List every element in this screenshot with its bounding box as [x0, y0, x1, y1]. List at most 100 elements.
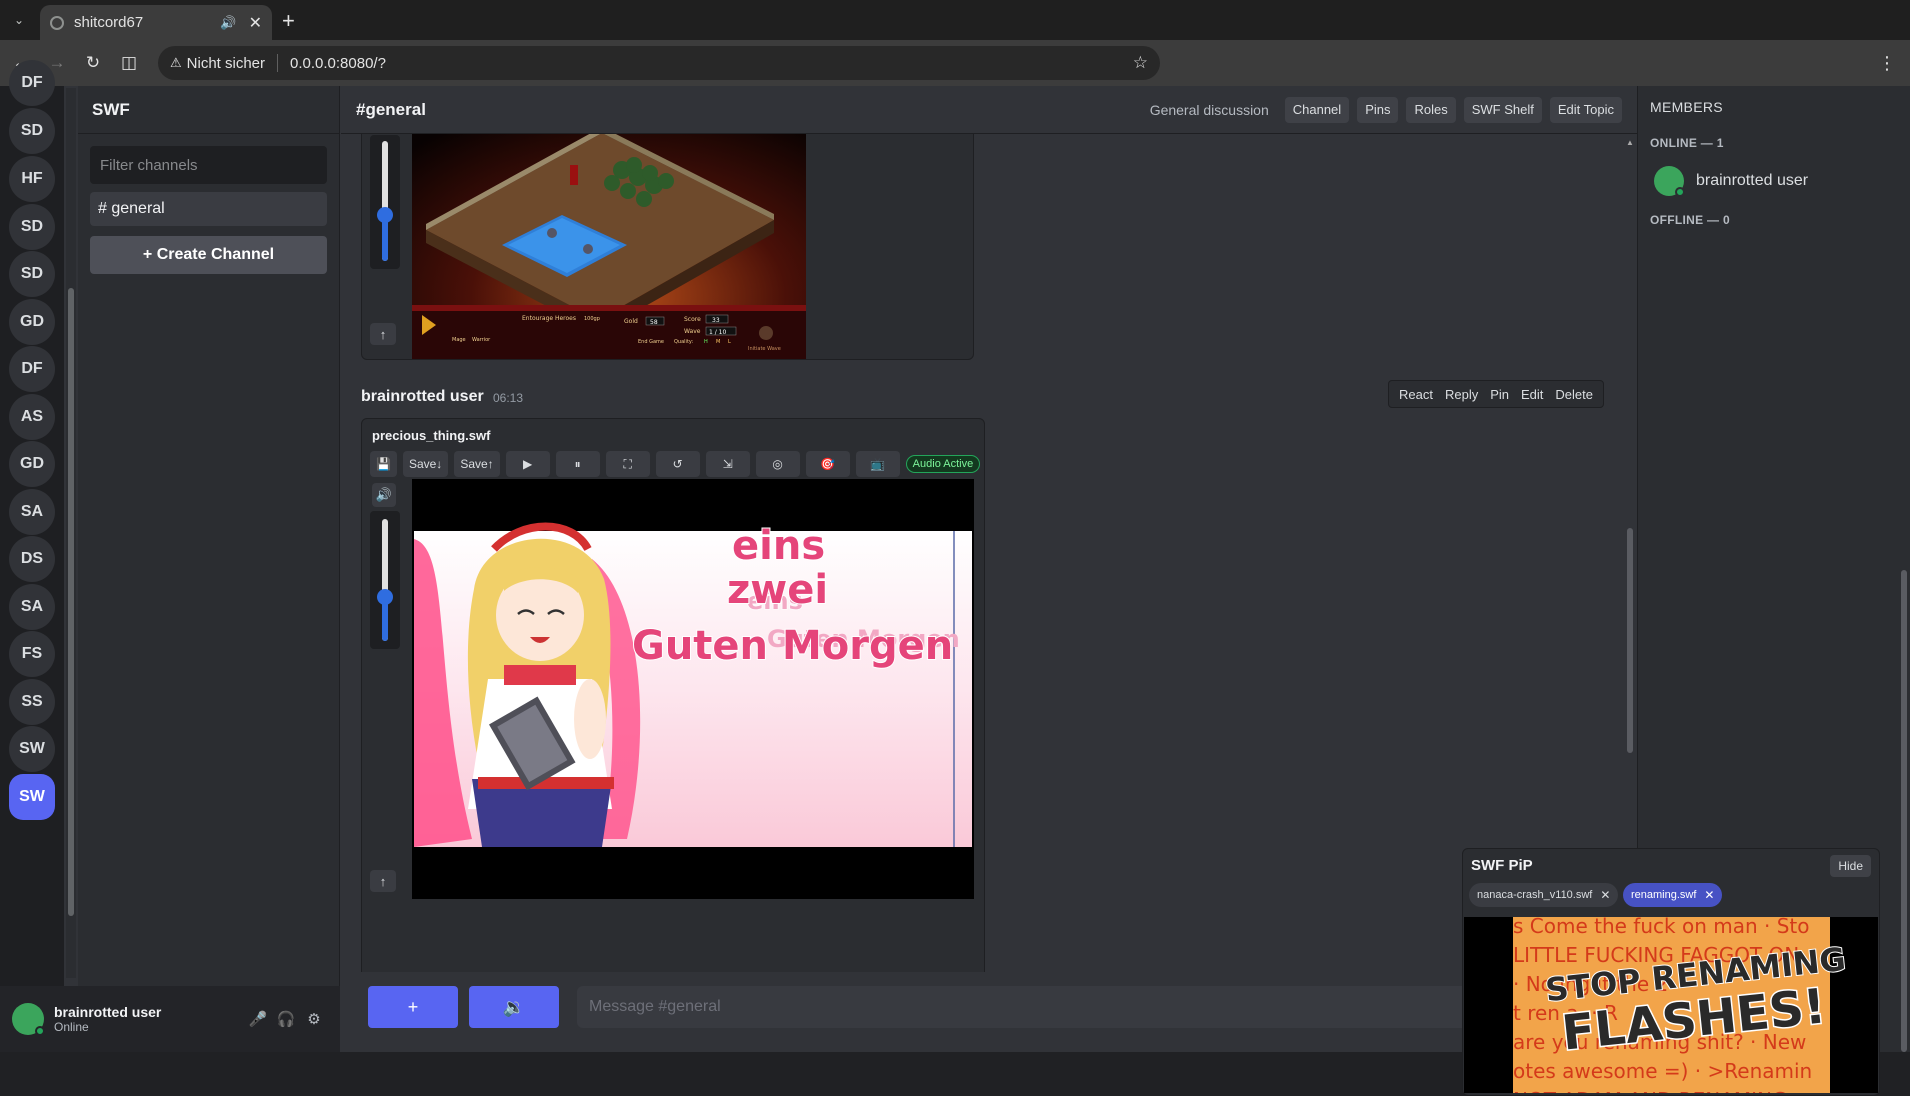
swf-game-canvas[interactable]: Entourage Heroes 100gp Gold 58 Score 33 … — [412, 134, 806, 359]
server-icon-sd[interactable]: SD — [9, 108, 55, 154]
server-icon-sw[interactable]: SW — [9, 774, 55, 820]
channel-title: #general — [356, 99, 426, 119]
server-icon-hf[interactable]: HF — [9, 156, 55, 202]
message-author[interactable]: brainrotted user — [361, 388, 484, 406]
hud-end-game: End Game — [638, 339, 664, 345]
browser-menu-icon[interactable]: ⋮ — [1878, 53, 1896, 74]
edit-topic-button[interactable]: Edit Topic — [1549, 96, 1622, 123]
play-icon[interactable]: ▶ — [505, 451, 550, 477]
edit-button[interactable]: Edit — [1515, 387, 1549, 402]
server-icon-sw[interactable]: SW — [9, 726, 55, 772]
sound-button[interactable]: 🔉 — [469, 986, 559, 1028]
new-tab-button[interactable]: + — [282, 8, 295, 34]
microphone-icon[interactable]: 🎤 — [244, 1010, 272, 1028]
server-icon-gd[interactable]: GD — [9, 441, 55, 487]
browser-tabstrip: ⌄ shitcord67 🔊 ✕ + — [0, 0, 1910, 40]
swf-animation-canvas[interactable]: eins eins Guten Morgen eins zwei Guten M… — [412, 479, 974, 899]
hud-wave-label: Wave — [684, 328, 701, 335]
message-scrollbar[interactable]: ▲ — [1624, 136, 1636, 956]
swf-player-card: precious_thing.swf 💾 Save↓ Save↑ ▶ ⏸ ⛶ ↺… — [361, 418, 985, 972]
scroll-up-button[interactable]: ↑ — [370, 323, 396, 345]
headphones-icon[interactable]: 🎧 — [272, 1010, 300, 1028]
tv-icon[interactable]: 📺 — [855, 451, 900, 477]
volume-slider[interactable] — [370, 135, 400, 269]
pip-tab-label: nanaca-crash_v110.swf — [1477, 889, 1593, 901]
speaker-icon[interactable]: 🔊 — [220, 15, 236, 31]
members-heading: MEMBERS — [1650, 99, 1723, 115]
scroll-up-button[interactable]: ↑ — [370, 870, 396, 892]
pin-button[interactable]: Pin — [1484, 387, 1515, 402]
pip-tab-renaming[interactable]: renaming.swf ✕ — [1623, 883, 1723, 907]
swf-shelf-button[interactable]: SWF Shelf — [1463, 96, 1542, 123]
message-composer: + 🔉 Message #general — [341, 972, 1637, 1052]
create-channel-button[interactable]: + Create Channel — [90, 236, 327, 274]
close-tab-icon[interactable]: ✕ — [249, 13, 262, 33]
server-icon-sa[interactable]: SA — [9, 584, 55, 630]
server-icon-ds[interactable]: DS — [9, 536, 55, 582]
speaker-icon[interactable]: 🔊 — [372, 483, 396, 507]
pip-title: SWF PiP — [1471, 857, 1533, 874]
swf-toolbar: 💾 Save↓ Save↑ ▶ ⏸ ⛶ ↺ ⇲ ◎ 🎯 📺 Audio Acti… — [370, 451, 981, 477]
reply-button[interactable]: Reply — [1439, 387, 1484, 402]
server-icon-ss[interactable]: SS — [9, 679, 55, 725]
attach-button[interactable]: + — [368, 986, 458, 1028]
offline-section-label: OFFLINE — 0 — [1650, 213, 1730, 227]
server-icon-sd[interactable]: SD — [9, 251, 55, 297]
target-icon[interactable]: ◎ — [755, 451, 800, 477]
channel-item-general[interactable]: # general — [90, 192, 327, 226]
crosshair-icon[interactable]: 🎯 — [805, 451, 850, 477]
reload-icon[interactable]: ↻ — [82, 52, 104, 74]
address-bar[interactable]: ⚠ Nicht sicher 0.0.0.0:8080/? ☆ — [158, 46, 1160, 80]
pause-icon[interactable]: ⏸ — [555, 451, 600, 477]
server-icon-df[interactable]: DF — [9, 346, 55, 392]
delete-button[interactable]: Delete — [1549, 387, 1599, 402]
hud-quality-label: Quality: — [674, 339, 694, 345]
pip-tab-nanaca[interactable]: nanaca-crash_v110.swf ✕ — [1469, 883, 1619, 907]
restart-icon[interactable]: ↺ — [655, 451, 700, 477]
guild-name[interactable]: SWF — [78, 86, 339, 134]
channel-button[interactable]: Channel — [1284, 96, 1350, 123]
server-icon-sa[interactable]: SA — [9, 489, 55, 535]
divider — [277, 54, 279, 72]
message-time: 06:13 — [493, 391, 524, 405]
fullscreen-icon[interactable]: ⛶ — [605, 451, 650, 477]
server-icon-sd[interactable]: SD — [9, 204, 55, 250]
save-down-button[interactable]: Save↓ — [402, 451, 449, 477]
react-button[interactable]: React — [1393, 387, 1439, 402]
message-actions: React Reply Pin Edit Delete — [1388, 380, 1604, 408]
avatar[interactable] — [12, 1003, 45, 1036]
warning-icon: ⚠ — [170, 55, 182, 70]
roles-button[interactable]: Roles — [1406, 96, 1456, 123]
member-item[interactable]: brainrotted user — [1654, 166, 1809, 197]
pins-button[interactable]: Pins — [1357, 96, 1399, 123]
pip-swf-canvas[interactable]: s Come the fuck on man · Sto LITTLE FUCK… — [1464, 917, 1878, 1093]
hud-score: 33 — [712, 317, 720, 324]
member-name: brainrotted user — [1696, 172, 1809, 189]
server-icon-gd[interactable]: GD — [9, 299, 55, 345]
save-up-button[interactable]: Save↑ — [454, 451, 500, 477]
browser-tab[interactable]: shitcord67 🔊 ✕ — [40, 5, 272, 40]
member-scrollbar[interactable] — [1898, 86, 1910, 1052]
filter-channels-input[interactable]: Filter channels — [90, 146, 327, 184]
tab-search-icon[interactable]: ⌄ — [8, 9, 30, 31]
scroll-up-arrow-icon[interactable]: ▲ — [1626, 138, 1634, 147]
server-icon-df[interactable]: DF — [9, 60, 55, 106]
online-status-dot — [1675, 187, 1685, 197]
volume-slider[interactable] — [370, 511, 400, 649]
security-chip[interactable]: ⚠ Nicht sicher — [170, 55, 265, 72]
favicon-icon — [50, 15, 64, 30]
server-rail-scrollbar[interactable] — [66, 88, 76, 978]
popout-icon[interactable]: ⇲ — [705, 451, 750, 477]
close-icon[interactable]: ✕ — [1704, 888, 1714, 902]
close-icon[interactable]: ✕ — [1600, 888, 1610, 902]
pip-hide-button[interactable]: Hide — [1830, 855, 1871, 877]
server-icon-as[interactable]: AS — [9, 394, 55, 440]
swf-player-card: ↑ Entourage Heroes 100gp Gold 58 Score 3… — [361, 134, 974, 360]
save-icon[interactable]: 💾 — [370, 451, 397, 477]
online-status-dot — [35, 1026, 45, 1036]
gear-icon[interactable]: ⚙ — [300, 1010, 328, 1028]
server-icon-fs[interactable]: FS — [9, 631, 55, 677]
split-view-icon[interactable]: ◫ — [118, 52, 140, 74]
bookmark-star-icon[interactable]: ☆ — [1133, 53, 1148, 73]
url-text[interactable]: 0.0.0.0:8080/? — [290, 55, 1133, 72]
